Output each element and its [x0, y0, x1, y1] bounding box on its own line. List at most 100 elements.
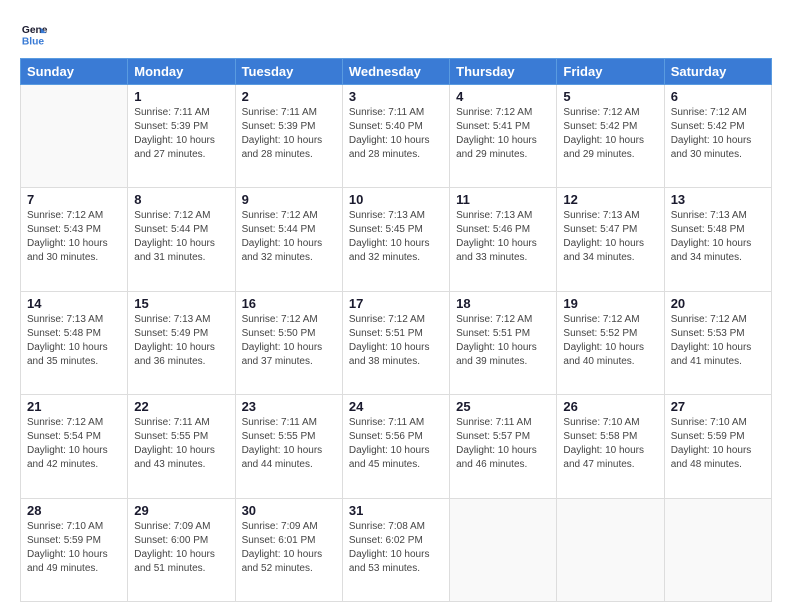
day-info: Sunrise: 7:11 AM Sunset: 5:55 PM Dayligh…	[134, 416, 228, 472]
calendar-day-cell: 26Sunrise: 7:10 AM Sunset: 5:58 PM Dayli…	[557, 395, 664, 498]
calendar-day-cell: 16 Sunrise: 7:12 AM Sunset: 5:50 PM Dayli…	[235, 291, 342, 394]
day-number: 18	[456, 296, 550, 311]
calendar-day-cell: 29 Sunrise: 7:09 AM Sunset: 6:00 PM Dayli…	[128, 498, 235, 601]
day-header-sunday: Sunday	[21, 59, 128, 85]
calendar-day-cell: 6 Sunrise: 7:12 AM Sunset: 5:42 PM Daylig…	[664, 85, 771, 188]
day-number: 8	[134, 192, 228, 207]
day-header-saturday: Saturday	[664, 59, 771, 85]
calendar-day-cell: 18 Sunrise: 7:12 AM Sunset: 5:51 PM Dayli…	[450, 291, 557, 394]
calendar-day-cell: 24 Sunrise: 7:11 AM Sunset: 5:56 PM Dayli…	[342, 395, 449, 498]
day-info: Sunrise: 7:12 AM Sunset: 5:53 PM Dayligh…	[671, 313, 765, 369]
day-info: Sunrise: 7:13 AM Sunset: 5:45 PM Dayligh…	[349, 209, 443, 265]
calendar-day-cell: 7 Sunrise: 7:12 AM Sunset: 5:43 PM Daylig…	[21, 188, 128, 291]
calendar-day-cell: 23Sunrise: 7:11 AM Sunset: 5:55 PM Dayli…	[235, 395, 342, 498]
day-number: 27	[671, 399, 765, 414]
day-number: 17	[349, 296, 443, 311]
logo: General Blue	[20, 20, 52, 48]
day-number: 24	[349, 399, 443, 414]
day-header-monday: Monday	[128, 59, 235, 85]
calendar-day-cell: 4Sunrise: 7:12 AM Sunset: 5:41 PM Daylig…	[450, 85, 557, 188]
day-info: Sunrise: 7:12 AM Sunset: 5:43 PM Dayligh…	[27, 209, 121, 265]
day-number: 16	[242, 296, 336, 311]
header: General Blue	[20, 20, 772, 48]
day-number: 22	[134, 399, 228, 414]
day-info: Sunrise: 7:13 AM Sunset: 5:48 PM Dayligh…	[27, 313, 121, 369]
day-info: Sunrise: 7:12 AM Sunset: 5:51 PM Dayligh…	[456, 313, 550, 369]
day-header-thursday: Thursday	[450, 59, 557, 85]
calendar-day-cell: 10 Sunrise: 7:13 AM Sunset: 5:45 PM Dayli…	[342, 188, 449, 291]
calendar-week-row: 21Sunrise: 7:12 AM Sunset: 5:54 PM Dayli…	[21, 395, 772, 498]
day-number: 3	[349, 89, 443, 104]
calendar-day-cell	[21, 85, 128, 188]
calendar-week-row: 14 Sunrise: 7:13 AM Sunset: 5:48 PM Dayli…	[21, 291, 772, 394]
calendar-header-row: SundayMondayTuesdayWednesdayThursdayFrid…	[21, 59, 772, 85]
day-info: Sunrise: 7:12 AM Sunset: 5:44 PM Dayligh…	[134, 209, 228, 265]
day-info: Sunrise: 7:12 AM Sunset: 5:44 PM Dayligh…	[242, 209, 336, 265]
calendar-day-cell: 21Sunrise: 7:12 AM Sunset: 5:54 PM Dayli…	[21, 395, 128, 498]
svg-text:Blue: Blue	[22, 36, 45, 47]
day-info: Sunrise: 7:11 AM Sunset: 5:55 PM Dayligh…	[242, 416, 336, 472]
day-number: 1	[134, 89, 228, 104]
day-info: Sunrise: 7:12 AM Sunset: 5:52 PM Dayligh…	[563, 313, 657, 369]
day-number: 4	[456, 89, 550, 104]
calendar-week-row: 7 Sunrise: 7:12 AM Sunset: 5:43 PM Daylig…	[21, 188, 772, 291]
calendar-day-cell: 3 Sunrise: 7:11 AM Sunset: 5:40 PM Daylig…	[342, 85, 449, 188]
calendar-day-cell: 20 Sunrise: 7:12 AM Sunset: 5:53 PM Dayli…	[664, 291, 771, 394]
day-number: 31	[349, 503, 443, 518]
day-info: Sunrise: 7:12 AM Sunset: 5:51 PM Dayligh…	[349, 313, 443, 369]
day-info: Sunrise: 7:11 AM Sunset: 5:39 PM Dayligh…	[242, 106, 336, 162]
calendar-day-cell: 12Sunrise: 7:13 AM Sunset: 5:47 PM Dayli…	[557, 188, 664, 291]
calendar-day-cell: 22 Sunrise: 7:11 AM Sunset: 5:55 PM Dayli…	[128, 395, 235, 498]
calendar-day-cell	[664, 498, 771, 601]
day-number: 26	[563, 399, 657, 414]
day-info: Sunrise: 7:09 AM Sunset: 6:01 PM Dayligh…	[242, 520, 336, 576]
day-info: Sunrise: 7:11 AM Sunset: 5:39 PM Dayligh…	[134, 106, 228, 162]
day-number: 20	[671, 296, 765, 311]
day-number: 10	[349, 192, 443, 207]
day-header-tuesday: Tuesday	[235, 59, 342, 85]
day-info: Sunrise: 7:10 AM Sunset: 5:59 PM Dayligh…	[671, 416, 765, 472]
calendar-day-cell: 8 Sunrise: 7:12 AM Sunset: 5:44 PM Daylig…	[128, 188, 235, 291]
day-info: Sunrise: 7:11 AM Sunset: 5:56 PM Dayligh…	[349, 416, 443, 472]
day-number: 25	[456, 399, 550, 414]
calendar-day-cell: 28 Sunrise: 7:10 AM Sunset: 5:59 PM Dayli…	[21, 498, 128, 601]
calendar-day-cell: 11Sunrise: 7:13 AM Sunset: 5:46 PM Dayli…	[450, 188, 557, 291]
calendar-day-cell: 30 Sunrise: 7:09 AM Sunset: 6:01 PM Dayli…	[235, 498, 342, 601]
day-info: Sunrise: 7:11 AM Sunset: 5:57 PM Dayligh…	[456, 416, 550, 472]
day-number: 9	[242, 192, 336, 207]
day-info: Sunrise: 7:11 AM Sunset: 5:40 PM Dayligh…	[349, 106, 443, 162]
calendar-day-cell: 13Sunrise: 7:13 AM Sunset: 5:48 PM Dayli…	[664, 188, 771, 291]
day-number: 19	[563, 296, 657, 311]
page: General Blue SundayMondayTuesdayWednesda…	[0, 0, 792, 612]
day-header-friday: Friday	[557, 59, 664, 85]
day-info: Sunrise: 7:13 AM Sunset: 5:48 PM Dayligh…	[671, 209, 765, 265]
day-number: 2	[242, 89, 336, 104]
day-number: 6	[671, 89, 765, 104]
day-info: Sunrise: 7:13 AM Sunset: 5:49 PM Dayligh…	[134, 313, 228, 369]
day-number: 29	[134, 503, 228, 518]
day-header-wednesday: Wednesday	[342, 59, 449, 85]
day-number: 14	[27, 296, 121, 311]
day-info: Sunrise: 7:12 AM Sunset: 5:42 PM Dayligh…	[671, 106, 765, 162]
calendar-day-cell: 1 Sunrise: 7:11 AM Sunset: 5:39 PM Daylig…	[128, 85, 235, 188]
calendar-day-cell: 31 Sunrise: 7:08 AM Sunset: 6:02 PM Dayli…	[342, 498, 449, 601]
day-number: 5	[563, 89, 657, 104]
day-number: 7	[27, 192, 121, 207]
day-number: 15	[134, 296, 228, 311]
day-info: Sunrise: 7:08 AM Sunset: 6:02 PM Dayligh…	[349, 520, 443, 576]
day-number: 12	[563, 192, 657, 207]
calendar-day-cell: 9 Sunrise: 7:12 AM Sunset: 5:44 PM Daylig…	[235, 188, 342, 291]
day-info: Sunrise: 7:10 AM Sunset: 5:59 PM Dayligh…	[27, 520, 121, 576]
calendar-week-row: 28 Sunrise: 7:10 AM Sunset: 5:59 PM Dayli…	[21, 498, 772, 601]
day-number: 30	[242, 503, 336, 518]
calendar-day-cell: 2 Sunrise: 7:11 AM Sunset: 5:39 PM Daylig…	[235, 85, 342, 188]
day-number: 28	[27, 503, 121, 518]
svg-text:General: General	[22, 25, 48, 36]
calendar-day-cell: 25 Sunrise: 7:11 AM Sunset: 5:57 PM Dayli…	[450, 395, 557, 498]
logo-icon: General Blue	[20, 20, 48, 48]
day-info: Sunrise: 7:12 AM Sunset: 5:50 PM Dayligh…	[242, 313, 336, 369]
calendar-day-cell: 17 Sunrise: 7:12 AM Sunset: 5:51 PM Dayli…	[342, 291, 449, 394]
day-info: Sunrise: 7:12 AM Sunset: 5:42 PM Dayligh…	[563, 106, 657, 162]
day-info: Sunrise: 7:09 AM Sunset: 6:00 PM Dayligh…	[134, 520, 228, 576]
calendar-day-cell: 14 Sunrise: 7:13 AM Sunset: 5:48 PM Dayli…	[21, 291, 128, 394]
